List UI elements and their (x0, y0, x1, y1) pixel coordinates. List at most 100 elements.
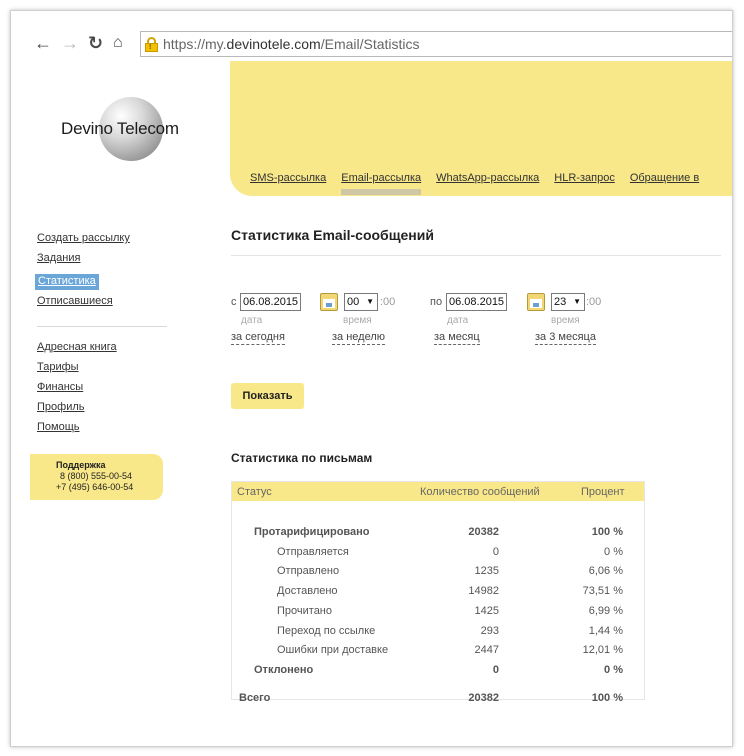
stats-section-title: Статистика по письмам (231, 451, 373, 465)
table-row: Доставлено 14982 73,51 % (232, 583, 644, 601)
table-header: Статус Количество сообщений Процент (232, 482, 644, 501)
row-percent: 0 % (604, 545, 623, 558)
main-menu: SMS-рассылка Email-рассылка WhatsApp-рассы… (250, 168, 714, 195)
to-minutes: :00 (586, 296, 602, 308)
title-divider (231, 255, 721, 256)
support-phone-1: 8 (800) 555-00-54 (60, 471, 133, 481)
sidebar-item-address-book[interactable]: Адресная книга (37, 340, 207, 360)
table-row: Отправляется 0 0 % (232, 544, 644, 562)
sidebar-item-create-mailing[interactable]: Создать рассылку (37, 231, 207, 251)
row-count: 0 (492, 663, 499, 676)
row-count: 20382 (468, 526, 499, 538)
quick-today[interactable]: за сегодня (231, 331, 285, 345)
header-percent: Процент (581, 486, 625, 498)
from-time-hint: время (343, 315, 372, 326)
row-status: Переход по ссылке (277, 624, 376, 637)
row-percent: 6,06 % (588, 565, 623, 578)
menu-item-hlr[interactable]: HLR-запрос (554, 172, 615, 184)
to-date-hint: дата (447, 315, 469, 326)
menu-item-email[interactable]: Email-рассылка (341, 172, 421, 195)
row-percent: 1,44 % (588, 624, 623, 637)
from-hour-value: 00 (347, 296, 360, 308)
sidebar-item-unsubscribed[interactable]: Отписавшиеся (37, 294, 207, 314)
total-status: Всего (239, 692, 271, 704)
browser-toolbar: ← → ↻ ⌂ ! https://my.devinotele.com/Emai… (11, 11, 732, 61)
home-icon[interactable]: ⌂ (113, 33, 123, 53)
sidebar-item-tariffs[interactable]: Тарифы (37, 360, 207, 380)
to-hour-value: 23 (554, 296, 567, 308)
row-count: 1235 (474, 565, 499, 578)
total-percent: 100 % (591, 692, 623, 704)
header-status: Статус (237, 486, 272, 498)
row-status: Отправлено (277, 565, 340, 578)
forward-icon[interactable]: → (61, 33, 79, 53)
table-row: Протарифицировано 20382 100 % (232, 524, 644, 542)
sidebar-divider (37, 326, 167, 327)
table-row: Прочитано 1425 6,99 % (232, 603, 644, 621)
address-bar[interactable]: ! https://my.devinotele.com/Email/Statis… (140, 31, 732, 57)
back-icon[interactable]: ← (34, 33, 52, 53)
row-percent: 0 % (604, 663, 623, 676)
support-phone-2: +7 (495) 646-00-54 (56, 482, 134, 492)
table-row: Отклонено 0 0 % (232, 662, 644, 680)
stats-table: Статус Количество сообщений Процент Прот… (231, 481, 645, 704)
row-count: 14982 (468, 585, 499, 598)
sidebar-item-profile[interactable]: Профиль (37, 400, 207, 420)
top-header: SMS-рассылка Email-рассылка WhatsApp-рассы… (230, 61, 732, 196)
sidebar-item-statistics[interactable]: Статистика (35, 274, 99, 290)
from-hour-select[interactable]: 00 ▼ (344, 293, 378, 311)
row-status: Отправляется (277, 545, 349, 558)
from-calendar-icon[interactable] (320, 293, 338, 311)
to-hour-select[interactable]: 23 ▼ (551, 293, 585, 311)
row-count: 0 (492, 545, 499, 558)
quick-week[interactable]: за неделю (332, 331, 386, 345)
menu-item-support-request[interactable]: Обращение в (630, 172, 699, 184)
dropdown-arrow-icon: ▼ (366, 297, 374, 306)
row-status: Отклонено (254, 663, 314, 676)
row-percent: 12,01 % (582, 644, 623, 657)
row-status: Протарифицировано (254, 526, 370, 538)
dropdown-arrow-icon: ▼ (573, 297, 581, 306)
quick-month[interactable]: за месяц (434, 331, 480, 345)
row-percent: 100 % (591, 526, 623, 538)
from-label: с (231, 296, 237, 308)
support-box: Поддержка 8 (800) 555-00-54 +7 (495) 646… (30, 454, 163, 500)
table-row: Отправлено 1235 6,06 % (232, 563, 644, 581)
total-count: 20382 (468, 692, 499, 704)
from-minutes: :00 (380, 296, 396, 308)
sidebar-item-help[interactable]: Помощь (37, 420, 207, 440)
to-time-hint: время (551, 315, 580, 326)
menu-item-sms[interactable]: SMS-рассылка (250, 172, 326, 184)
row-percent: 6,99 % (588, 604, 623, 617)
row-status: Прочитано (277, 604, 332, 617)
to-label: по (430, 296, 443, 308)
quick-3-months[interactable]: за 3 месяца (535, 331, 596, 345)
table-row: Переход по ссылке 293 1,44 % (232, 623, 644, 641)
row-status: Доставлено (277, 585, 338, 598)
table-row-total: Всего 20382 100 % (232, 690, 644, 708)
menu-item-whatsapp[interactable]: WhatsApp-рассылка (436, 172, 539, 184)
page-title: Статистика Email-сообщений (231, 227, 434, 243)
to-date-input[interactable]: 06.08.2015 (446, 293, 507, 311)
show-button[interactable]: Показать (231, 383, 304, 409)
lock-warning-icon[interactable]: ! (145, 37, 158, 52)
row-status: Ошибки при доставке (277, 644, 389, 657)
sidebar-item-tasks[interactable]: Задания (37, 251, 207, 271)
row-count: 1425 (474, 604, 499, 617)
support-title: Поддержка (56, 460, 106, 470)
reload-icon[interactable]: ↻ (88, 33, 103, 53)
table-row: Ошибки при доставке 2447 12,01 % (232, 642, 644, 660)
sidebar: Создать рассылку Задания Статистика Отпи… (35, 231, 207, 440)
header-count: Количество сообщений (420, 486, 540, 498)
logo-text: Devino Telecom (61, 119, 179, 138)
row-count: 2447 (474, 644, 499, 657)
to-calendar-icon[interactable] (527, 293, 545, 311)
url-text: https://my.devinotele.com/Email/Statisti… (163, 36, 420, 52)
from-date-input[interactable]: 06.08.2015 (240, 293, 301, 311)
sidebar-item-finance[interactable]: Финансы (37, 380, 207, 400)
from-date-hint: дата (241, 315, 263, 326)
logo[interactable]: Devino Telecom (11, 61, 230, 196)
browser-window: ← → ↻ ⌂ ! https://my.devinotele.com/Emai… (10, 10, 733, 747)
row-count: 293 (480, 624, 499, 637)
row-percent: 73,51 % (582, 585, 623, 598)
